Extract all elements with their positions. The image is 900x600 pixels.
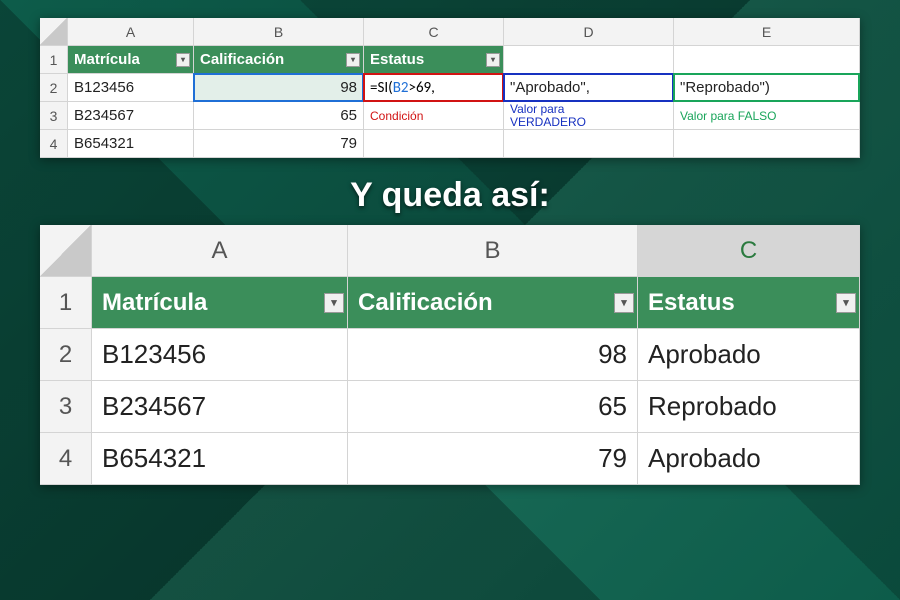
col-header-C[interactable]: C bbox=[364, 18, 504, 46]
cell-D1[interactable] bbox=[504, 46, 674, 74]
header-estatus[interactable]: Estatus ▾ bbox=[364, 46, 504, 74]
spreadsheet-top: A B C D E 1 Matrícula ▾ Calificación ▾ E… bbox=[40, 18, 860, 158]
cell-B3[interactable]: 65 bbox=[348, 381, 638, 433]
col-header-D[interactable]: D bbox=[504, 18, 674, 46]
row-header-1[interactable]: 1 bbox=[40, 46, 68, 74]
cell-B4[interactable]: 79 bbox=[194, 130, 364, 158]
cell-D4[interactable] bbox=[504, 130, 674, 158]
annotation-line2: VERDADERO bbox=[510, 116, 667, 129]
header-estatus[interactable]: Estatus ▾ bbox=[638, 277, 860, 329]
col-header-A[interactable]: A bbox=[68, 18, 194, 46]
col-header-B[interactable]: B bbox=[194, 18, 364, 46]
annotation-falso: Valor para FALSO bbox=[674, 102, 860, 130]
cell-A3[interactable]: B234567 bbox=[92, 381, 348, 433]
filter-dropdown-icon[interactable]: ▾ bbox=[614, 293, 634, 313]
spreadsheet-bottom: A B C 1 Matrícula ▾ Calificación ▾ Estat… bbox=[40, 225, 860, 485]
cell-A3[interactable]: B234567 bbox=[68, 102, 194, 130]
header-matricula[interactable]: Matrícula ▾ bbox=[92, 277, 348, 329]
cell-B3[interactable]: 65 bbox=[194, 102, 364, 130]
cell-value: 98 bbox=[340, 79, 357, 96]
header-label: Estatus bbox=[648, 289, 735, 317]
header-label: Matrícula bbox=[74, 51, 140, 68]
formula-false: "Reprobado") bbox=[680, 79, 770, 96]
cell-A4[interactable]: B654321 bbox=[68, 130, 194, 158]
formula-ref: B2 bbox=[393, 79, 409, 97]
formula-true: "Aprobado", bbox=[510, 79, 590, 96]
cell-E1[interactable] bbox=[674, 46, 860, 74]
cell-C4[interactable]: Aprobado bbox=[638, 433, 860, 485]
filter-dropdown-icon[interactable]: ▾ bbox=[176, 53, 190, 67]
cell-A2[interactable]: B123456 bbox=[92, 329, 348, 381]
col-header-C-active[interactable]: C bbox=[638, 225, 860, 277]
formula-prefix: =SI( bbox=[370, 79, 393, 97]
header-calificacion[interactable]: Calificación ▾ bbox=[348, 277, 638, 329]
cell-D2-formula-true[interactable]: "Aprobado", bbox=[504, 74, 674, 102]
row-header-4[interactable]: 4 bbox=[40, 130, 68, 158]
select-all-corner[interactable] bbox=[40, 225, 92, 277]
header-calificacion[interactable]: Calificación ▾ bbox=[194, 46, 364, 74]
filter-dropdown-icon[interactable]: ▾ bbox=[836, 293, 856, 313]
row-header-4[interactable]: 4 bbox=[40, 433, 92, 485]
cell-A2[interactable]: B123456 bbox=[68, 74, 194, 102]
reference-highlight-B2 bbox=[193, 73, 364, 102]
row-header-2[interactable]: 2 bbox=[40, 329, 92, 381]
header-label: Calificación bbox=[200, 51, 284, 68]
cell-C2[interactable]: Aprobado bbox=[638, 329, 860, 381]
cell-B2[interactable]: 98 bbox=[348, 329, 638, 381]
cell-C4[interactable] bbox=[364, 130, 504, 158]
formula-cond-rest: >69, bbox=[408, 79, 434, 97]
annotation-condicion: Condición bbox=[364, 102, 504, 130]
col-header-B[interactable]: B bbox=[348, 225, 638, 277]
col-header-A[interactable]: A bbox=[92, 225, 348, 277]
filter-dropdown-icon[interactable]: ▾ bbox=[486, 53, 500, 67]
col-header-E[interactable]: E bbox=[674, 18, 860, 46]
cell-A4[interactable]: B654321 bbox=[92, 433, 348, 485]
row-header-2[interactable]: 2 bbox=[40, 74, 68, 102]
row-header-3[interactable]: 3 bbox=[40, 102, 68, 130]
header-matricula[interactable]: Matrícula ▾ bbox=[68, 46, 194, 74]
cell-B4[interactable]: 79 bbox=[348, 433, 638, 485]
cell-C2-formula-condition[interactable]: =SI(B2>69, bbox=[364, 74, 504, 102]
cell-C3[interactable]: Reprobado bbox=[638, 381, 860, 433]
cell-E2-formula-false[interactable]: "Reprobado") bbox=[674, 74, 860, 102]
cell-B2[interactable]: 98 bbox=[194, 74, 364, 102]
header-label: Estatus bbox=[370, 51, 424, 68]
filter-dropdown-icon[interactable]: ▾ bbox=[324, 293, 344, 313]
annotation-verdadero: Valor para VERDADERO bbox=[504, 102, 674, 130]
row-header-3[interactable]: 3 bbox=[40, 381, 92, 433]
caption-text: Y queda así: bbox=[350, 176, 550, 215]
header-label: Matrícula bbox=[102, 289, 207, 317]
header-label: Calificación bbox=[358, 289, 493, 317]
select-all-corner[interactable] bbox=[40, 18, 68, 46]
cell-E4[interactable] bbox=[674, 130, 860, 158]
row-header-1[interactable]: 1 bbox=[40, 277, 92, 329]
filter-dropdown-icon[interactable]: ▾ bbox=[346, 53, 360, 67]
